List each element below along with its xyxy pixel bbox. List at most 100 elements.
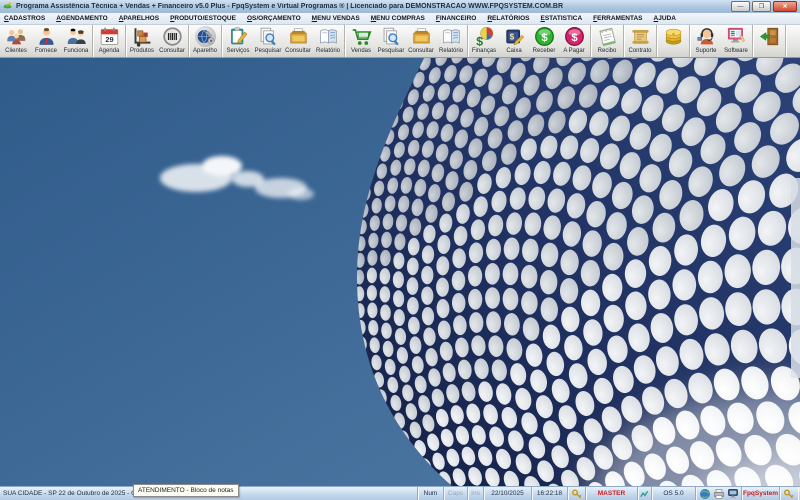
toolbar-button-produtos[interactable]: Produtos — [127, 25, 157, 57]
keys-icon — [571, 488, 583, 500]
signal-icon — [639, 488, 650, 500]
contract-icon — [630, 26, 651, 47]
menu-item-os-or-amento[interactable]: OS/ORÇAMENTO — [247, 15, 301, 22]
services-clipboard-icon — [228, 26, 249, 47]
menu-item-cadastros[interactable]: CADASTROS — [4, 15, 45, 22]
status-keys2-panel — [780, 487, 798, 500]
toolbar-button-exit-door-icon[interactable] — [754, 25, 784, 57]
toolbar-button-label: Receber — [533, 48, 556, 54]
sprout-logo-icon — [2, 1, 13, 12]
toolbar-group: Suporte Software — [690, 25, 753, 57]
toolbar-button-label: Pesquisar — [255, 48, 282, 54]
receipt-icon — [597, 26, 618, 47]
toolbar-button-label: Contrato — [628, 48, 651, 54]
menu-item-aparelhos[interactable]: APARELHOS — [119, 15, 159, 22]
status-user: MASTER — [586, 487, 638, 500]
toolbar-button-consultar[interactable]: Consultar — [406, 25, 436, 57]
title-bar: Programa Assistência Técnica + Vendas + … — [0, 0, 800, 14]
support-headset-icon — [696, 26, 717, 47]
toolbar-button-agenda[interactable]: 29Agenda — [94, 25, 124, 57]
toolbar-button-label: Clientes — [5, 48, 27, 54]
toolbar-button-contrato[interactable]: Contrato — [625, 25, 655, 57]
monitor-icon[interactable] — [727, 488, 739, 500]
toolbar-button-clientes[interactable]: Clientes — [1, 25, 31, 57]
toolbar-button-pesquisar[interactable]: Pesquisar — [253, 25, 283, 57]
notes-tooltip: ATENDIMENTO - Bloco de notas — [133, 484, 239, 497]
toolbar-button-consultar[interactable]: Consultar — [283, 25, 313, 57]
menu-item-menu-compras[interactable]: MENU COMPRAS — [371, 15, 425, 22]
toolbar-button-receber[interactable]: $Receber — [529, 25, 559, 57]
toolbar-button-label: Relatório — [439, 48, 463, 54]
menu-item-produto-estoque[interactable]: PRODUTO/ESTOQUE — [170, 15, 236, 22]
exit-door-icon — [759, 26, 780, 47]
toolbar-button-label: Relatório — [316, 48, 340, 54]
toolbar-button-software[interactable]: Software — [721, 25, 751, 57]
toolbar-button-finan-as[interactable]: $Finanças — [469, 25, 499, 57]
building-facade — [330, 58, 800, 486]
toolbar-button-label: Caixa — [506, 48, 521, 54]
toolbar-button-caixa[interactable]: $Caixa — [499, 25, 529, 57]
menu-item-estatistica[interactable]: ESTATISTICA — [540, 15, 582, 22]
toolbar-button-label: Suporte — [695, 48, 716, 54]
menu-item-menu-vendas[interactable]: MENU VENDAS — [312, 15, 360, 22]
status-insert: Ins — [468, 487, 484, 500]
clients-people-icon — [6, 26, 27, 47]
toolbar-button-aparelho[interactable]: Aparelho — [190, 25, 220, 57]
toolbar-button-label: Serviços — [226, 48, 249, 54]
toolbar-button-label: Aparelho — [193, 48, 217, 54]
wallpaper-photo — [0, 58, 800, 486]
toolbar-button-label: Consultar — [285, 48, 311, 54]
status-bar: SUA CIDADE - SP 22 de Outubro de 2025 - … — [0, 486, 800, 500]
globe-icon[interactable] — [699, 488, 711, 500]
sales-cart-icon — [351, 26, 372, 47]
report-book-icon — [441, 26, 462, 47]
toolbar-button-suporte[interactable]: Suporte — [691, 25, 721, 57]
barcode-icon — [162, 26, 183, 47]
employees-icon — [66, 26, 87, 47]
calendar-icon: 29 — [99, 26, 120, 47]
status-signal-panel — [638, 487, 652, 500]
toolbar-button-label: Finanças — [472, 48, 496, 54]
toolbar-group: Aparelho — [189, 25, 222, 57]
search-docs-icon — [258, 26, 279, 47]
receive-coin-icon: $ — [534, 26, 555, 47]
close-button[interactable]: ✕ — [773, 1, 797, 12]
menu-item-financeiro[interactable]: FINANCEIRO — [436, 15, 476, 22]
toolbar-group: Clientes Fornece Funciona — [0, 25, 93, 57]
toolbar-button-fornece[interactable]: Fornece — [31, 25, 61, 57]
toolbar-button-funciona[interactable]: Funciona — [61, 25, 91, 57]
toolbar-group: Vendas PesquisarConsultarRelatório — [345, 25, 468, 57]
search-docs-icon — [381, 26, 402, 47]
toolbar-button-recibo[interactable]: Recibo — [592, 25, 622, 57]
device-globe-icon — [195, 26, 216, 47]
menu-item-relat-rios[interactable]: RELATÓRIOS — [487, 15, 529, 22]
svg-text:$: $ — [476, 34, 483, 47]
toolbar-button-label: A Pagar — [563, 48, 584, 54]
restore-button[interactable]: ❐ — [752, 1, 771, 12]
status-caps-lock: Caps — [444, 487, 468, 500]
menu-item-ajuda[interactable]: AJUDA — [654, 15, 676, 22]
toolbar-button-label: Consultar — [159, 48, 185, 54]
application-window: Programa Assistência Técnica + Vendas + … — [0, 0, 800, 500]
printer-icon[interactable] — [713, 488, 725, 500]
menu-bar: CADASTROS AGENDAMENTO APARELHOS PRODUTO/EST… — [0, 13, 800, 25]
toolbar-button-consultar[interactable]: Consultar — [157, 25, 187, 57]
products-cart-icon — [132, 26, 153, 47]
toolbar-button-a-pagar[interactable]: $A Pagar — [559, 25, 589, 57]
archive-folder-icon — [411, 26, 432, 47]
menu-item-agendamento[interactable]: AGENDAMENTO — [56, 15, 108, 22]
archive-folder-icon — [288, 26, 309, 47]
toolbar-button-relat-rio[interactable]: Relatório — [313, 25, 343, 57]
toolbar-button-vendas[interactable]: Vendas — [346, 25, 376, 57]
toolbar-button-label: Vendas — [351, 48, 371, 54]
minimize-button[interactable]: — — [731, 1, 750, 12]
toolbar-button-relat-rio[interactable]: Relatório — [436, 25, 466, 57]
toolbar-button-pesquisar[interactable]: Pesquisar — [376, 25, 406, 57]
toolbar-button-label: Fornece — [35, 48, 57, 54]
toolbar-button-coins-stack-icon[interactable] — [658, 25, 688, 57]
status-keys-panel — [568, 487, 586, 500]
status-brand: FpqSystem — [742, 487, 780, 500]
supplier-person-icon — [36, 26, 57, 47]
menu-item-ferramentas[interactable]: FERRAMENTAS — [593, 15, 642, 22]
toolbar-button-servi-os[interactable]: Serviços — [223, 25, 253, 57]
